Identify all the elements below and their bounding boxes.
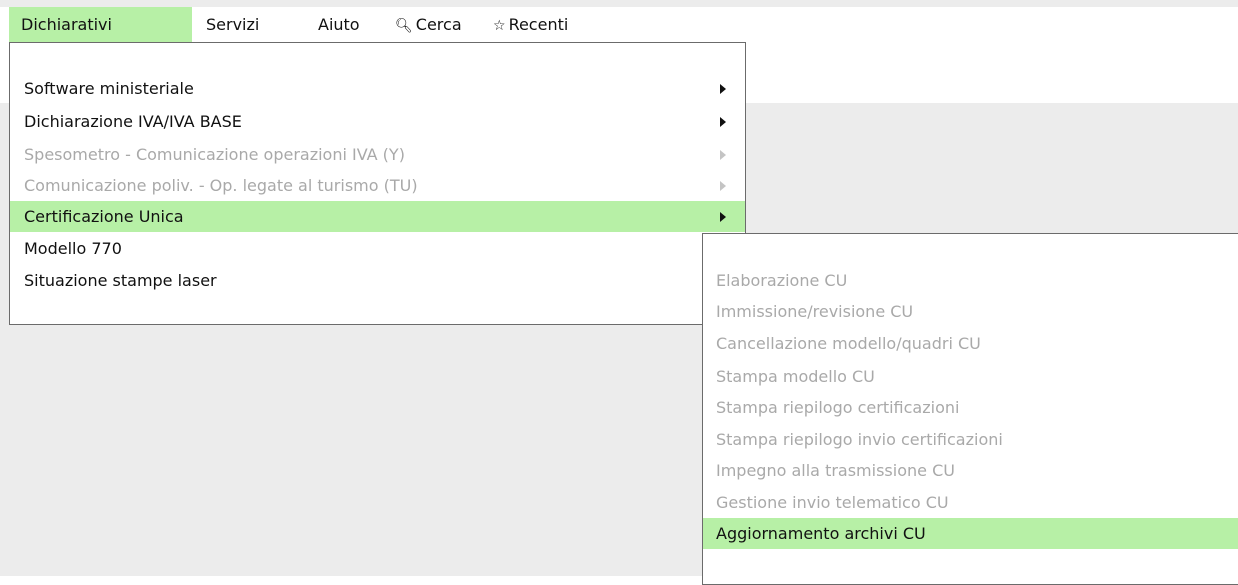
submenu-item-label: Immissione/revisione CU <box>716 302 914 321</box>
submenu-item-cancellazione-modello: Cancellazione modello/quadri CU <box>703 328 1238 359</box>
submenu-item-label: Impegno alla trasmissione CU <box>716 461 955 480</box>
submenu-item-stampa-riepilogo-invio: Stampa riepilogo invio certificazioni <box>703 424 1238 455</box>
submenu-arrow-icon <box>720 84 726 94</box>
menu-item-label: Modello 770 <box>24 239 122 258</box>
menu-servizi-label: Servizi <box>206 15 260 34</box>
submenu-arrow-icon <box>720 117 726 127</box>
menu-dichiarativi[interactable]: Dichiarativi <box>9 7 192 42</box>
submenu-item-label: Elaborazione CU <box>716 271 848 290</box>
submenu-item-aggiornamento-archivi-cu[interactable]: Aggiornamento archivi CU <box>703 518 1238 549</box>
submenu-item-gestione-invio-telematico: Gestione invio telematico CU <box>703 487 1238 518</box>
menu-item-label: Comunicazione poliv. - Op. legate al tur… <box>24 176 418 195</box>
submenu-arrow-icon <box>720 181 726 191</box>
submenu-item-label: Cancellazione modello/quadri CU <box>716 334 981 353</box>
magnifier-icon: 🔍︎ <box>395 18 413 34</box>
submenu-item-stampa-modello-cu: Stampa modello CU <box>703 361 1238 392</box>
star-icon: ☆ <box>493 18 506 34</box>
menu-recenti[interactable]: ☆ Recenti <box>493 7 568 42</box>
submenu-arrow-icon <box>720 212 726 222</box>
submenu-item-label: Stampa riepilogo certificazioni <box>716 398 960 417</box>
menu-item-label: Software ministeriale <box>24 79 194 98</box>
submenu-item-impegno-trasmissione: Impegno alla trasmissione CU <box>703 455 1238 486</box>
menu-item-label: Situazione stampe laser <box>24 271 217 290</box>
menu-item-software-ministeriale[interactable]: Software ministeriale <box>10 73 745 104</box>
submenu-item-label: Gestione invio telematico CU <box>716 493 949 512</box>
menu-dichiarativi-label: Dichiarativi <box>21 15 112 34</box>
certificazione-unica-submenu: Elaborazione CU Immissione/revisione CU … <box>702 233 1238 585</box>
menu-item-label: Dichiarazione IVA/IVA BASE <box>24 112 242 131</box>
menu-item-spesometro: Spesometro - Comunicazione operazioni IV… <box>10 139 745 170</box>
submenu-item-label: Stampa modello CU <box>716 367 875 386</box>
window-top-strip <box>0 0 1238 7</box>
submenu-item-label: Stampa riepilogo invio certificazioni <box>716 430 1003 449</box>
submenu-arrow-icon <box>720 150 726 160</box>
menu-aiuto-label: Aiuto <box>318 15 360 34</box>
menu-bar: Dichiarativi Servizi Aiuto 🔍︎ Cerca ☆ Rece… <box>0 7 1238 42</box>
menu-item-label: Spesometro - Comunicazione operazioni IV… <box>24 145 405 164</box>
submenu-item-stampa-riepilogo-certificazioni: Stampa riepilogo certificazioni <box>703 392 1238 423</box>
menu-item-label: Certificazione Unica <box>24 207 184 226</box>
dichiarativi-dropdown: Software ministeriale Dichiarazione IVA/… <box>9 42 746 325</box>
menu-item-certificazione-unica[interactable]: Certificazione Unica <box>10 201 745 232</box>
menu-item-dichiarazione-iva[interactable]: Dichiarazione IVA/IVA BASE <box>10 106 745 137</box>
submenu-item-label: Aggiornamento archivi CU <box>716 524 926 543</box>
submenu-item-immissione-revisione-cu: Immissione/revisione CU <box>703 296 1238 327</box>
menu-aiuto[interactable]: Aiuto <box>318 7 360 42</box>
submenu-item-elaborazione-cu: Elaborazione CU <box>703 265 1238 296</box>
menu-cerca[interactable]: 🔍︎ Cerca <box>395 7 462 42</box>
menu-item-comunicazione-poliv: Comunicazione poliv. - Op. legate al tur… <box>10 170 745 201</box>
menu-item-situazione-stampe-laser[interactable]: Situazione stampe laser <box>10 265 745 296</box>
menu-cerca-label: Cerca <box>415 15 462 34</box>
menu-item-modello-770[interactable]: Modello 770 <box>10 233 745 264</box>
menu-servizi[interactable]: Servizi <box>206 7 259 42</box>
menu-recenti-label: Recenti <box>508 15 569 34</box>
